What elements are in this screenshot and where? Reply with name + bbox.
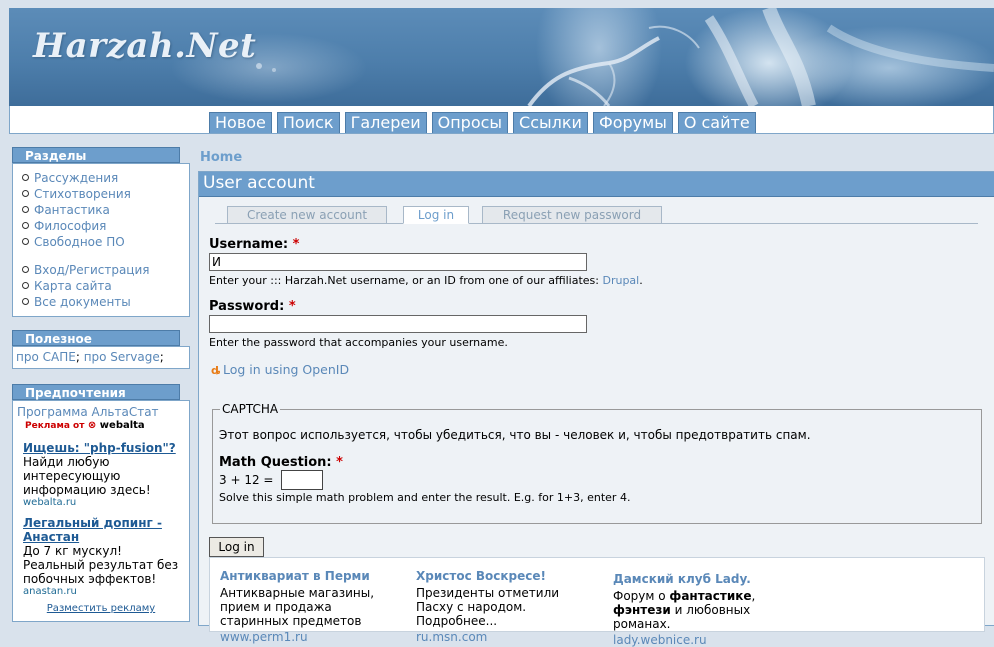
site-logo-text[interactable]: Harzah.Net: [33, 26, 256, 66]
primary-nav: Новое Поиск Галереи Опросы Ссылки Форумы…: [9, 106, 994, 134]
ad-text-1: Найди любую интересующую информацию здес…: [23, 455, 151, 497]
link-sape[interactable]: про САПЕ: [16, 350, 76, 364]
preferences-block-title: Предпочтения: [12, 384, 180, 400]
account-tabs: Create new account Log in Request new pa…: [215, 206, 978, 224]
site-header: Harzah.Net: [9, 8, 994, 106]
sidebar-item-poems[interactable]: Стихотворения: [19, 186, 185, 202]
ad-url-2[interactable]: anastan.ru: [23, 586, 185, 597]
drupal-link[interactable]: Drupal: [602, 274, 639, 287]
ad-lady-club[interactable]: Дамский клуб Lady. Форум о фантастике, ф…: [613, 572, 793, 647]
captcha-legend: CAPTCHA: [220, 402, 281, 416]
password-label: Password: *: [209, 299, 296, 314]
nav-tab-links[interactable]: Ссылки: [513, 112, 588, 133]
sidebar-item-reasoning[interactable]: Рассуждения: [19, 170, 185, 186]
nav-tab-about[interactable]: О сайте: [677, 112, 756, 133]
useful-block-title: Полезное: [12, 330, 180, 346]
sidebar-item-all-docs[interactable]: Все документы: [19, 294, 185, 310]
useful-block: Полезное про САПЕ; про Servage;: [12, 330, 190, 369]
log-in-button[interactable]: Log in: [209, 537, 264, 557]
username-description: Enter your ::: Harzah.Net username, or a…: [209, 274, 643, 287]
username-label: Username: *: [209, 237, 300, 252]
sidebar-item-sitemap[interactable]: Карта сайта: [19, 278, 185, 294]
place-ad-link[interactable]: Разместить рекламу: [17, 603, 185, 614]
tab-create-account[interactable]: Create new account: [227, 206, 387, 224]
captcha-info: Этот вопрос используется, чтобы убедитьс…: [219, 428, 811, 442]
tab-log-in[interactable]: Log in: [403, 206, 469, 224]
sections-block-title: Разделы: [12, 147, 180, 163]
password-field[interactable]: [209, 315, 587, 333]
nav-tab-galleries[interactable]: Галереи: [344, 112, 427, 133]
sidebar-item-fiction[interactable]: Фантастика: [19, 202, 185, 218]
ad-text-2: До 7 кг мускул! Реальный результат без п…: [23, 544, 179, 586]
webalta-ad-label: Реклама от ⊗ webalta: [25, 420, 145, 431]
sections-list: Рассуждения Стихотворения Фантастика Фил…: [19, 170, 185, 310]
math-question-label: Math Question: *: [219, 455, 343, 470]
ad-antiques[interactable]: Антиквариат в Перми Антикварные магазины…: [220, 569, 400, 644]
page-title: User account: [199, 172, 994, 197]
math-question: 3 + 12 =: [219, 473, 274, 487]
password-description: Enter the password that accompanies your…: [209, 336, 508, 349]
preferences-block: Предпочтения Программа АльтаСтат Реклама…: [12, 384, 190, 622]
openid-icon: ȡ: [211, 364, 221, 377]
link-servage[interactable]: про Servage: [84, 350, 160, 364]
tab-request-password[interactable]: Request new password: [482, 206, 662, 224]
user-account-panel: User account Create new account Log in R…: [198, 171, 994, 647]
captcha-description: Solve this simple math problem and enter…: [219, 491, 631, 504]
ad-url-1[interactable]: webalta.ru: [23, 497, 185, 508]
sidebar-item-philosophy[interactable]: Философия: [19, 218, 185, 234]
sidebar-item-free-software[interactable]: Свободное ПО: [19, 234, 185, 250]
captcha-answer-field[interactable]: [281, 470, 323, 490]
ad-easter[interactable]: Христос Воскресе! Президенты отметили Па…: [416, 569, 581, 644]
ad-strip: Антиквариат в Перми Антикварные магазины…: [209, 557, 985, 647]
username-field[interactable]: И: [209, 253, 587, 271]
openid-link[interactable]: ȡ Log in using OpenID: [211, 362, 349, 377]
ad-title-1[interactable]: Ищешь: "php-fusion"?: [23, 441, 185, 455]
webalta-logo-icon: ⊗: [87, 420, 97, 431]
nav-tab-new[interactable]: Новое: [209, 112, 272, 133]
breadcrumb-home[interactable]: Home: [200, 150, 242, 165]
nav-tab-forums[interactable]: Форумы: [592, 112, 673, 133]
nav-tab-polls[interactable]: Опросы: [431, 112, 509, 133]
ad-title-2[interactable]: Легальный допинг - Анастан: [23, 516, 185, 544]
sidebar-item-login[interactable]: Вход/Регистрация: [19, 262, 185, 278]
sections-block: Разделы Рассуждения Стихотворения Фантас…: [12, 147, 190, 317]
captcha-fieldset: CAPTCHA Этот вопрос используется, чтобы …: [212, 402, 982, 524]
nav-tab-search[interactable]: Поиск: [276, 112, 340, 133]
program-link[interactable]: Программа АльтаСтат: [17, 405, 185, 419]
